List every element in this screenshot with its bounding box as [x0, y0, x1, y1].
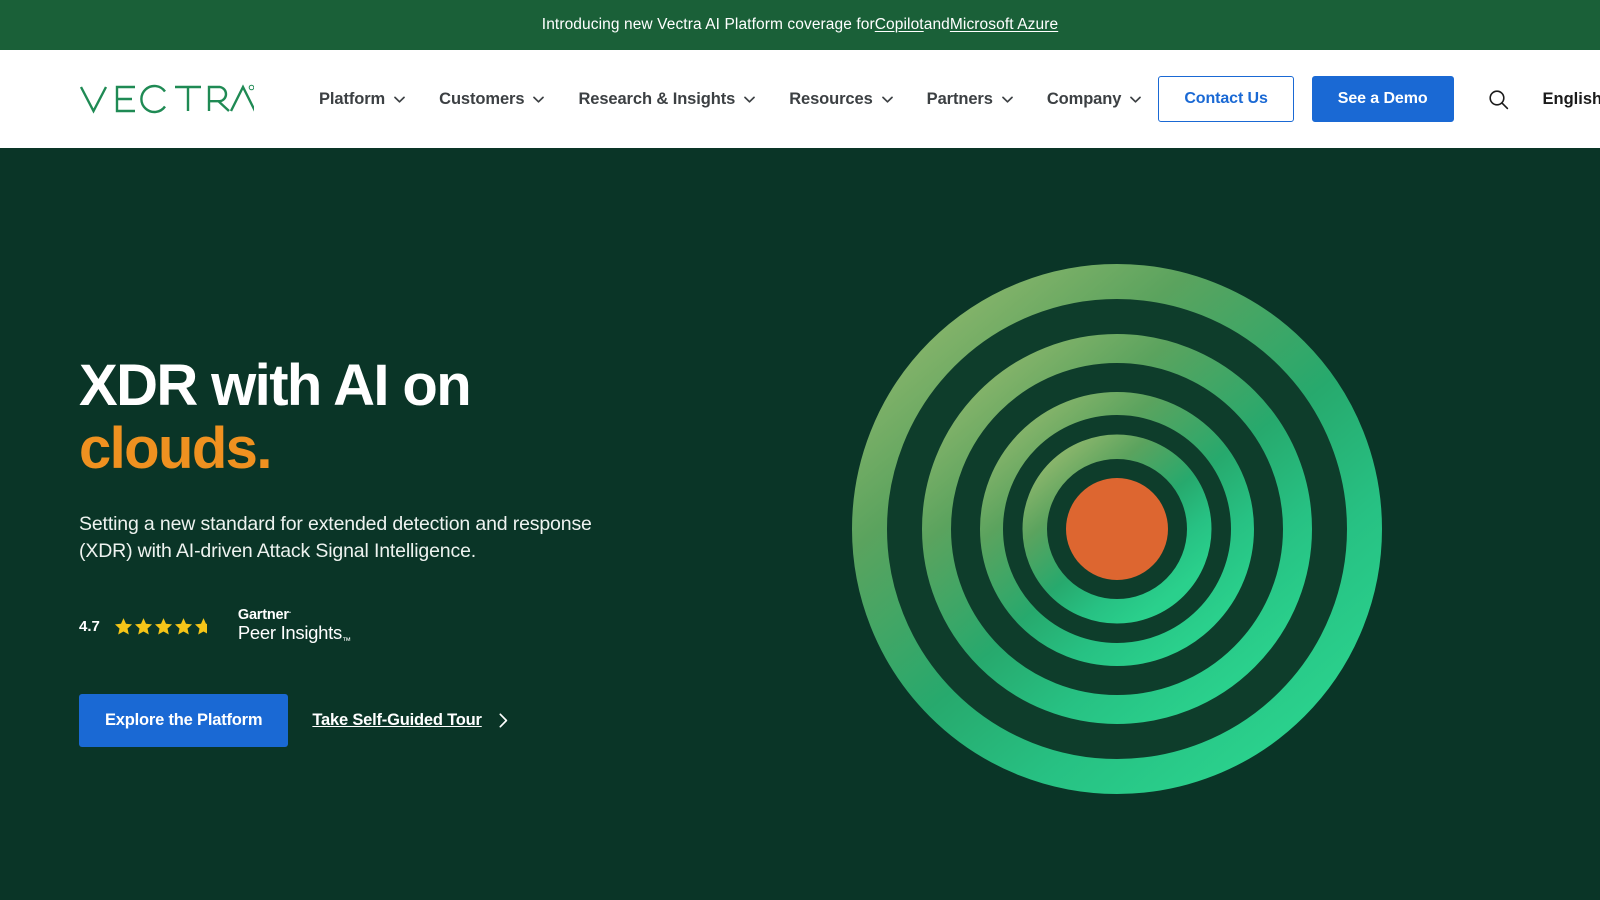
banner-text-before: Introducing new Vectra AI Platform cover…	[541, 16, 875, 33]
nav-item-platform[interactable]: Platform	[302, 90, 422, 109]
hero-subheading: Setting a new standard for extended dete…	[79, 513, 592, 563]
chevron-down-icon	[744, 96, 756, 103]
banner-link-copilot[interactable]: Copilot	[875, 16, 924, 34]
concentric-rings-graphic	[852, 264, 1382, 794]
vectra-logo[interactable]	[79, 82, 254, 116]
star-rating	[114, 617, 213, 636]
hero-copy: XDR with AI on clouds. Setting a new sta…	[79, 354, 719, 747]
star-icon	[114, 618, 132, 635]
nav-item-label: Company	[1046, 89, 1122, 108]
chevron-down-icon	[533, 96, 545, 103]
peer-insights-wordmark: Peer Insights™	[238, 623, 351, 646]
nav-item-partners[interactable]: Partners	[910, 90, 1030, 109]
gartner-text: Gartner	[237, 607, 289, 624]
nav-item-resources[interactable]: Resources	[772, 90, 909, 109]
nav-item-label: Partners	[926, 89, 993, 108]
banner-text-middle: and	[923, 16, 950, 33]
nav-item-label: Research & Insights	[578, 89, 736, 108]
chevron-down-icon	[1001, 96, 1013, 103]
explore-the-platform-button[interactable]: Explore the Platform	[79, 693, 289, 747]
chevron-down-icon	[881, 96, 893, 103]
nav-links: Platform Customers Research & Insights R…	[302, 90, 1158, 109]
see-a-demo-button[interactable]: See a Demo	[1311, 76, 1454, 122]
peer-insights-trademark: ™	[341, 636, 351, 647]
hero-headline: XDR with AI on clouds.	[79, 353, 719, 482]
rating-score: 4.7	[79, 618, 100, 636]
gartner-wordmark: Gartner.	[238, 607, 351, 623]
gartner-peer-insights-logo: Gartner. Peer Insights™	[238, 607, 351, 646]
take-self-guided-tour-link[interactable]: Take Self-Guided Tour	[312, 711, 507, 730]
star-icon-partial	[194, 618, 212, 635]
search-icon	[1488, 89, 1508, 109]
nav-item-company[interactable]: Company	[1030, 90, 1158, 109]
center-dot	[1066, 478, 1168, 580]
nav-item-label: Platform	[319, 89, 386, 108]
gartner-trademark: .	[288, 606, 291, 616]
headline-line-1: XDR with AI on	[79, 353, 472, 418]
nav-item-customers[interactable]: Customers	[422, 90, 561, 109]
chevron-right-icon	[499, 713, 507, 728]
headline-line-2: clouds.	[79, 416, 272, 482]
rings-svg	[852, 264, 1382, 794]
nav-item-label: Resources	[789, 89, 873, 108]
contact-us-button[interactable]: Contact Us	[1158, 76, 1294, 122]
chevron-down-icon	[1130, 96, 1142, 103]
main-navigation: Platform Customers Research & Insights R…	[0, 50, 1600, 148]
nav-item-research-insights[interactable]: Research & Insights	[561, 90, 772, 109]
language-label: English	[1542, 89, 1600, 108]
chevron-down-icon	[394, 96, 405, 103]
cta-link-label: Take Self-Guided Tour	[312, 710, 482, 729]
hero-section: XDR with AI on clouds. Setting a new sta…	[0, 148, 1600, 900]
nav-item-label: Customers	[439, 89, 525, 108]
star-icon	[154, 618, 172, 635]
peer-insights-text: Peer Insights	[237, 622, 342, 644]
announcement-banner: Introducing new Vectra AI Platform cover…	[0, 0, 1600, 50]
star-icon	[174, 618, 192, 635]
star-icon	[134, 618, 152, 635]
hero-cta-row: Explore the Platform Take Self-Guided To…	[79, 693, 719, 747]
banner-link-microsoft-azure[interactable]: Microsoft Azure	[950, 16, 1058, 34]
nav-actions: Contact Us See a Demo English	[1158, 76, 1600, 122]
gartner-rating: 4.7 Gartner. Peer Insights™	[79, 607, 719, 646]
search-button[interactable]	[1484, 85, 1513, 114]
language-selector[interactable]: English	[1543, 90, 1600, 109]
